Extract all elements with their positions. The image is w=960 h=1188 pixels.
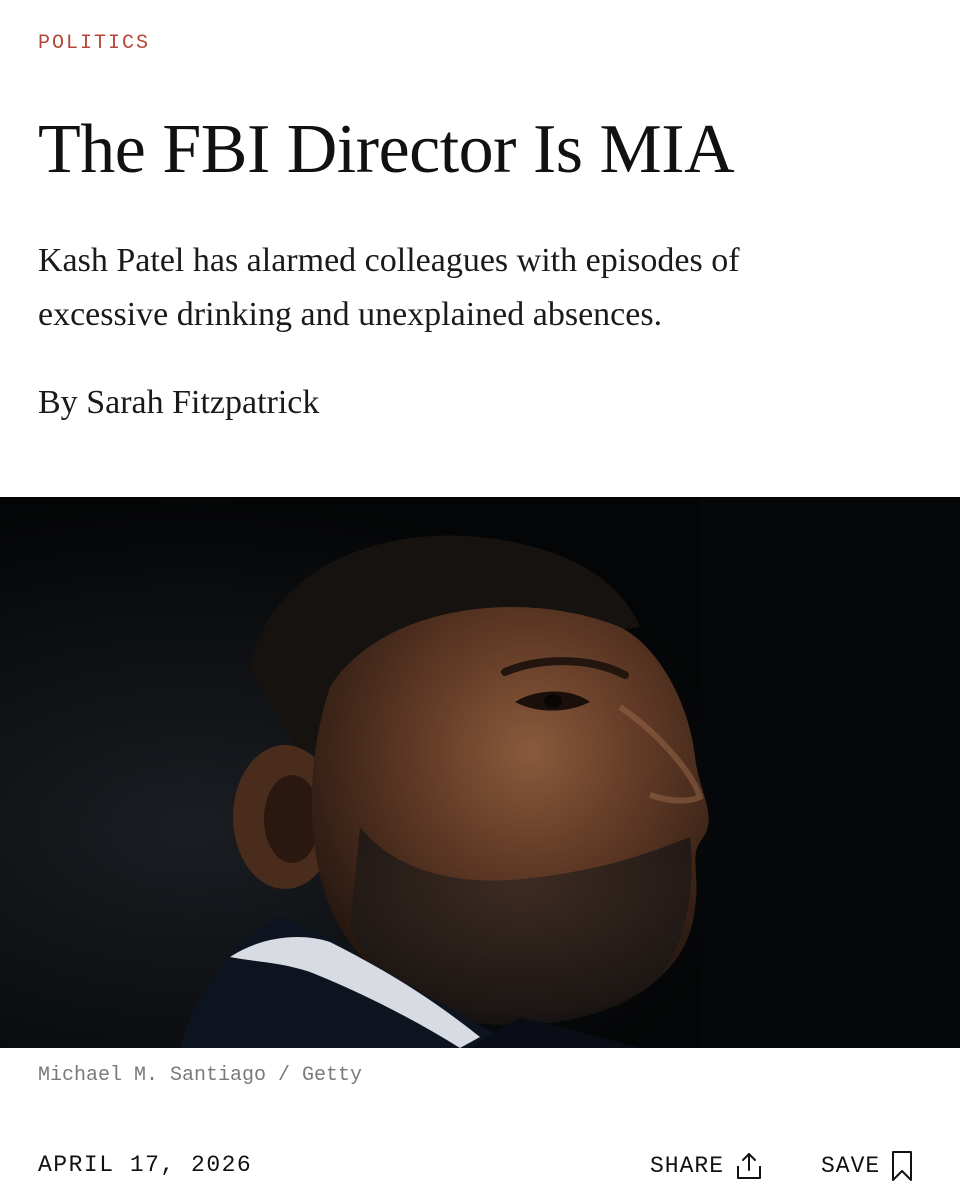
- section-label[interactable]: POLITICS: [38, 32, 150, 55]
- save-button[interactable]: SAVE: [821, 1148, 914, 1184]
- byline: By Sarah Fitzpatrick: [38, 378, 319, 428]
- portrait-photo: [0, 497, 960, 1048]
- photo-credit: Michael M. Santiago / Getty: [38, 1064, 363, 1087]
- share-label: SHARE: [650, 1153, 725, 1179]
- publish-date: APRIL 17, 2026: [38, 1152, 253, 1178]
- bookmark-icon: [892, 1151, 913, 1181]
- hero-image: [0, 497, 960, 1048]
- article-headline: The FBI Director Is MIA: [38, 111, 735, 188]
- author-link[interactable]: Sarah Fitzpatrick: [86, 384, 319, 421]
- article-footer: APRIL 17, 2026 SHARE SAVE: [0, 1140, 960, 1188]
- article-dek: Kash Patel has alarmed colleagues with e…: [38, 242, 740, 333]
- share-upload-icon: [737, 1153, 762, 1179]
- save-label: SAVE: [821, 1153, 881, 1179]
- byline-prefix: By: [38, 384, 87, 421]
- share-button[interactable]: SHARE: [650, 1148, 764, 1184]
